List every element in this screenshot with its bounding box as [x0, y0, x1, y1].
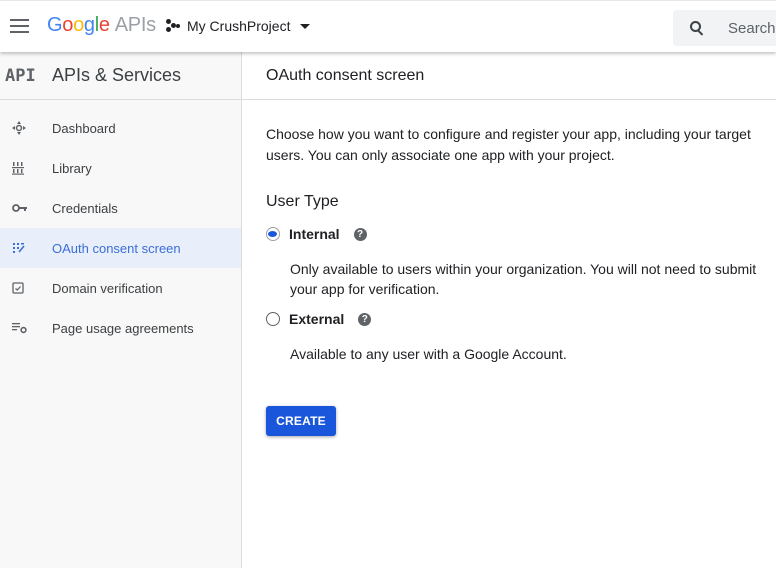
- sidebar-item-label: Page usage agreements: [52, 320, 194, 336]
- sidebar-item-label: Domain verification: [52, 280, 163, 296]
- oauth-consent-icon: [0, 242, 52, 254]
- radio-button-external[interactable]: [266, 312, 280, 326]
- sidebar-item-label: Library: [52, 160, 92, 176]
- sidebar-title: APIs & Services: [52, 65, 182, 85]
- sidebar-item-domain-verification[interactable]: Domain verification: [0, 268, 241, 308]
- sidebar: API APIs & Services Dashboard Library Cr…: [0, 52, 242, 568]
- sidebar-item-oauth-consent-screen[interactable]: OAuth consent screen: [0, 228, 241, 268]
- radio-internal[interactable]: Internal ?: [266, 226, 367, 242]
- page-usage-settings-icon: [0, 322, 52, 334]
- hamburger-menu-icon[interactable]: [10, 19, 29, 33]
- sidebar-item-label: Credentials: [52, 200, 118, 216]
- google-apis-logo[interactable]: Google APIs: [47, 14, 156, 37]
- radio-button-internal[interactable]: [266, 227, 280, 241]
- domain-verification-icon: [0, 282, 52, 294]
- search-icon: [690, 21, 704, 36]
- intro-text: Choose how you want to configure and reg…: [266, 126, 751, 163]
- library-icon: [0, 161, 52, 175]
- project-name: My CrushProject: [187, 18, 291, 34]
- radio-label-internal: Internal: [289, 226, 340, 242]
- sidebar-item-label: OAuth consent screen: [52, 240, 181, 256]
- radio-label-external: External: [289, 311, 345, 327]
- create-button[interactable]: CREATE: [266, 406, 336, 436]
- help-icon[interactable]: ?: [353, 227, 367, 241]
- key-icon: [0, 203, 52, 213]
- page-title: OAuth consent screen: [266, 66, 425, 84]
- internal-description: Only available to users within your orga…: [290, 261, 757, 297]
- sidebar-item-credentials[interactable]: Credentials: [0, 188, 241, 228]
- api-icon: API: [5, 65, 36, 86]
- radio-external[interactable]: External ?: [266, 311, 372, 327]
- sidebar-item-library[interactable]: Library: [0, 148, 241, 188]
- search-placeholder: Search: [728, 19, 776, 37]
- logo-product: APIs: [114, 14, 156, 36]
- sidebar-item-page-usage-agreements[interactable]: Page usage agreements: [0, 308, 241, 348]
- dashboard-icon: [0, 121, 52, 135]
- search-input[interactable]: Search: [673, 10, 776, 46]
- top-app-bar: Google APIs My CrushProject Search: [0, 0, 776, 52]
- project-dots-icon: [166, 19, 180, 33]
- sidebar-nav: Dashboard Library Credentials OAuth cons…: [0, 108, 241, 348]
- user-type-heading: User Type: [266, 193, 339, 210]
- sidebar-item-label: Dashboard: [52, 120, 116, 136]
- page-header: OAuth consent screen: [242, 52, 776, 100]
- main-content: OAuth consent screen Choose how you want…: [242, 52, 776, 568]
- project-selector[interactable]: My CrushProject: [166, 18, 311, 34]
- sidebar-item-dashboard[interactable]: Dashboard: [0, 108, 241, 148]
- external-description: Available to any user with a Google Acco…: [290, 346, 567, 362]
- sidebar-header: API APIs & Services: [0, 52, 241, 100]
- caret-down-icon: [300, 23, 311, 29]
- help-icon[interactable]: ?: [358, 312, 372, 326]
